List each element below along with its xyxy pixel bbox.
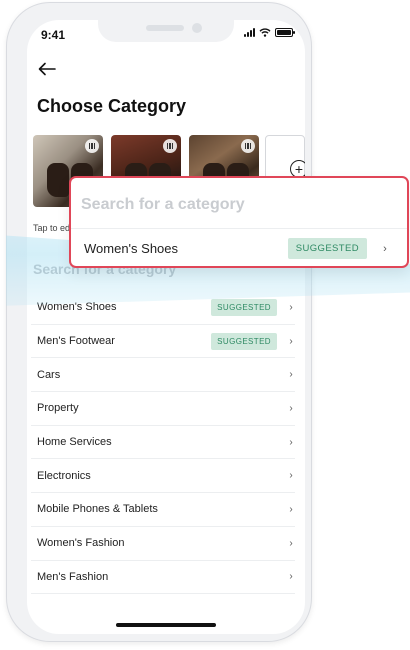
chevron-right-icon: › [289, 402, 293, 414]
category-row[interactable]: Home Services › [31, 426, 295, 460]
category-row[interactable]: Men's Fashion › [31, 561, 295, 595]
photo-options-icon[interactable] [163, 139, 177, 153]
category-label: Electronics [37, 469, 91, 482]
chevron-right-icon: › [383, 242, 387, 255]
category-list: Women's Shoes SUGGESTED › Men's Footwear … [27, 291, 305, 595]
wifi-icon [259, 28, 271, 37]
chevron-right-icon: › [289, 436, 293, 448]
callout-search-input[interactable]: Search for a category [81, 196, 245, 214]
arrow-left-icon [38, 62, 56, 76]
back-button[interactable] [35, 60, 59, 78]
zoom-callout: Search for a category Women's Shoes SUGG… [69, 176, 409, 268]
status-icons [244, 28, 295, 37]
suggested-badge: SUGGESTED [211, 332, 277, 350]
category-row[interactable]: Women's Fashion › [31, 527, 295, 561]
edit-hint: Tap to edi [33, 223, 73, 233]
category-label: Men's Fashion [37, 570, 109, 583]
chevron-right-icon: › [289, 537, 293, 549]
chevron-right-icon: › [289, 470, 293, 482]
suggested-badge: SUGGESTED [211, 298, 277, 316]
status-time: 9:41 [41, 28, 66, 42]
chevron-right-icon: › [289, 301, 293, 313]
category-label: Property [37, 402, 79, 415]
app-screen: 9:41 Choose Category + Tap to edi Search… [27, 20, 305, 634]
chevron-right-icon: › [289, 335, 293, 347]
signal-icon [244, 28, 255, 37]
speaker-icon [146, 25, 184, 31]
phone-frame: 9:41 Choose Category + Tap to edi Search… [6, 2, 312, 642]
category-label: Women's Shoes [84, 241, 179, 256]
chevron-right-icon: › [289, 503, 293, 515]
page-title: Choose Category [37, 96, 187, 116]
category-row[interactable]: Mobile Phones & Tablets › [31, 493, 295, 527]
chevron-right-icon: › [289, 571, 293, 583]
home-indicator [116, 623, 216, 627]
category-label: Cars [37, 368, 61, 381]
suggested-badge: SUGGESTED [287, 238, 367, 259]
category-label: Home Services [37, 436, 112, 449]
category-label: Women's Fashion [37, 537, 125, 550]
category-label: Men's Footwear [37, 335, 115, 348]
category-row[interactable]: Electronics › [31, 459, 295, 494]
photo-options-icon[interactable] [85, 139, 99, 153]
category-row[interactable]: Cars › [31, 358, 295, 393]
category-label: Women's Shoes [37, 301, 117, 314]
category-label: Mobile Phones & Tablets [37, 503, 158, 516]
category-row[interactable]: Property › [31, 392, 295, 426]
callout-category-row[interactable]: Women's Shoes SUGGESTED › [71, 229, 407, 268]
category-row[interactable]: Women's Shoes SUGGESTED › [31, 291, 295, 325]
battery-icon [275, 28, 295, 37]
category-row[interactable]: Men's Footwear SUGGESTED › [31, 325, 295, 359]
chevron-right-icon: › [289, 369, 293, 381]
phone-notch [98, 20, 234, 42]
camera-icon [192, 23, 202, 33]
photo-options-icon[interactable] [241, 139, 255, 153]
